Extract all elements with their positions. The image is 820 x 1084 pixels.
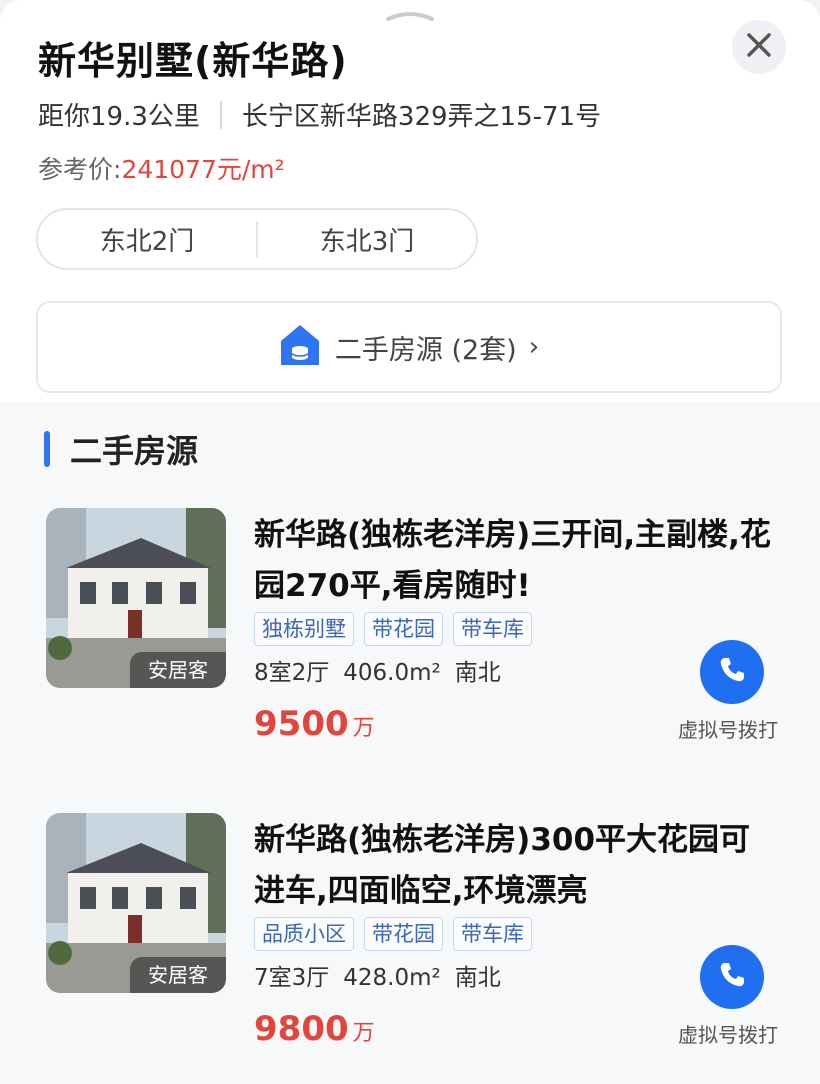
section-header: 二手房源 [44, 426, 198, 472]
location-meta: 距你19.3公里 长宁区新华路329弄之15-71号 [38, 96, 601, 133]
price-value: 241077 [121, 155, 217, 184]
listing-title[interactable]: 新华路(独栋老洋房)三开间,主副楼,花园270平,看房随时! [254, 510, 774, 612]
listing-title[interactable]: 新华路(独栋老洋房)300平大花园可进车,四面临空,环境漂亮 [254, 815, 774, 917]
call-button[interactable] [700, 640, 764, 704]
room-count: 8室2厅 [254, 660, 330, 686]
listing-photo[interactable]: 安居客 [46, 813, 226, 993]
room-count: 7室3厅 [254, 965, 330, 991]
price-unit: 元/m² [216, 155, 285, 184]
listing-tags: 品质小区 带花园 带车库 [254, 917, 532, 951]
listing-tag: 带花园 [364, 917, 443, 951]
reference-price: 参考价:241077元/m² [38, 150, 285, 186]
address-text: 长宁区新华路329弄之15-71号 [241, 102, 602, 132]
listing-tags: 独栋别墅 带花园 带车库 [254, 612, 532, 646]
section-accent-bar [44, 431, 50, 467]
source-badge: 安居客 [130, 652, 226, 688]
price-amount: 9500 [254, 704, 349, 744]
phone-icon [717, 960, 747, 994]
price-unit: 万 [352, 1021, 375, 1046]
house-stack-icon [279, 323, 321, 371]
call-label[interactable]: 虚拟号拨打 [678, 1019, 778, 1048]
floor-area: 428.0m² [343, 965, 441, 991]
listing-tag: 品质小区 [254, 917, 354, 951]
distance-text: 距你19.3公里 [38, 102, 200, 132]
listing-card[interactable]: 安居客 新华路(独栋老洋房)三开间,主副楼,花园270平,看房随时! 独栋别墅 … [0, 508, 820, 778]
call-button[interactable] [700, 945, 764, 1009]
source-badge: 安居客 [130, 957, 226, 993]
listing-specs: 7室3厅 428.0m² 南北 [254, 958, 515, 992]
orientation: 南北 [454, 660, 501, 686]
listing-tag: 带车库 [453, 917, 532, 951]
listings-button-label: 二手房源 (2套) [334, 334, 517, 366]
close-icon [746, 32, 772, 62]
listing-tag: 带花园 [364, 612, 443, 646]
listing-specs: 8室2厅 406.0m² 南北 [254, 653, 515, 687]
listing-tag: 带车库 [453, 612, 532, 646]
gate-option[interactable]: 东北3门 [258, 221, 476, 258]
phone-icon [717, 655, 747, 689]
price-amount: 9800 [254, 1009, 349, 1049]
close-button[interactable] [732, 20, 786, 74]
gate-option[interactable]: 东北2门 [38, 221, 256, 258]
chevron-right-icon: › [528, 332, 540, 362]
gate-selector: 东北2门 东北3门 [36, 208, 478, 270]
section-title: 二手房源 [70, 432, 199, 470]
drag-handle[interactable] [384, 6, 436, 21]
orientation: 南北 [454, 965, 501, 991]
price-label: 参考价: [38, 155, 122, 184]
call-label[interactable]: 虚拟号拨打 [678, 714, 778, 743]
listing-card[interactable]: 安居客 新华路(独栋老洋房)300平大花园可进车,四面临空,环境漂亮 品质小区 … [0, 813, 820, 1083]
listing-price: 9800 万 [254, 1009, 375, 1049]
page-title: 新华别墅(新华路) [38, 39, 348, 83]
floor-area: 406.0m² [343, 660, 441, 686]
listing-tag: 独栋别墅 [254, 612, 354, 646]
meta-divider [219, 100, 222, 129]
listing-price: 9500 万 [254, 704, 375, 744]
secondhand-listings-button[interactable]: 二手房源 (2套) › [36, 301, 782, 393]
price-unit: 万 [352, 716, 375, 741]
listing-photo[interactable]: 安居客 [46, 508, 226, 688]
